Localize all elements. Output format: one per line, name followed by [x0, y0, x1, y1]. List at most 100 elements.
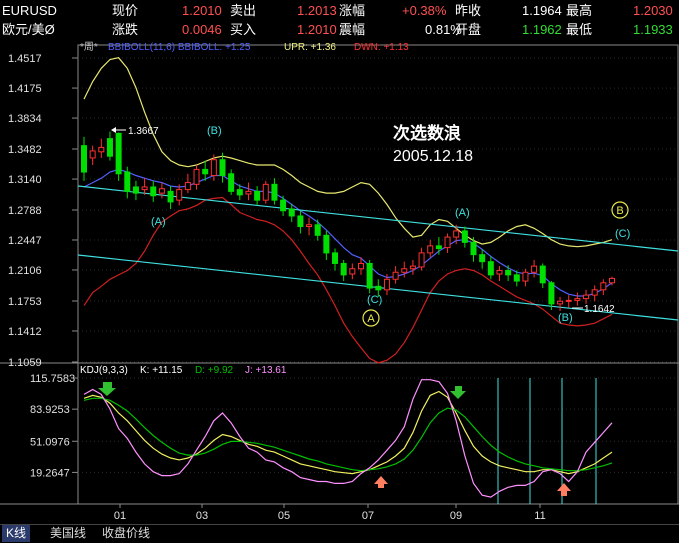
candle-body [409, 265, 416, 270]
kdj-j-value: J: +13.61 [245, 365, 287, 376]
x-tick-label: 09 [450, 510, 462, 522]
candle-body [141, 186, 148, 191]
kdj-header: KDJ(9,3,3) [80, 365, 128, 376]
x-tick-label: 03 [196, 510, 208, 522]
candle-body [202, 168, 209, 175]
label-change-pct: 涨幅 [339, 3, 366, 18]
wave-label-a1: (A) [151, 216, 166, 228]
candle-body [539, 265, 546, 284]
candle-body [132, 186, 139, 194]
value-ask: 1.2013 [297, 3, 337, 18]
candle-body [306, 224, 313, 228]
wave-label-b1: (B) [207, 125, 222, 137]
indicator-dwn: DWN: +1.13 [354, 42, 409, 53]
candle-body [461, 230, 468, 243]
candle-body [176, 189, 183, 201]
annotation-title: 次选数浪 [393, 123, 461, 143]
candle-body [487, 261, 494, 276]
y-tick-label: 1.1412 [8, 326, 42, 338]
candle-body [375, 285, 382, 291]
kdj-k-value: K: +11.15 [140, 365, 183, 376]
candle-body [453, 230, 460, 238]
candle-body [340, 262, 347, 276]
candle-body [150, 186, 157, 197]
value-bid: 1.2010 [297, 22, 337, 37]
candle-body [392, 271, 399, 280]
candle-body [418, 252, 425, 268]
value-change: 0.0046 [182, 22, 222, 37]
y-tick-label: 1.4175 [8, 83, 42, 95]
candle-body [548, 282, 555, 305]
candle-body [81, 145, 87, 173]
value-low: 1.1933 [633, 22, 673, 37]
circle-b-text: B [616, 205, 623, 217]
chart-background [0, 40, 679, 524]
candle-body [167, 190, 174, 203]
candle-body [115, 132, 122, 175]
candle-body [609, 277, 615, 284]
chart-area[interactable]: *周* BBIBOLL(11,6) BBIBOLL: +1.25 UPR: +1… [0, 40, 679, 524]
symbol-name: 欧元/美Ø [2, 22, 55, 37]
x-tick-label: 05 [278, 510, 290, 522]
candle-body [254, 190, 261, 201]
value-open: 1.1962 [522, 22, 562, 37]
label-high: 最高 [566, 3, 593, 18]
candle-body [228, 173, 235, 192]
tab-candlestick[interactable]: K线 [2, 525, 31, 542]
candle-body [288, 208, 295, 217]
candle-body [470, 241, 477, 256]
value-change-pct: +0.38% [402, 3, 447, 18]
candle-body [124, 171, 131, 192]
y-tick-label: 1.3482 [8, 144, 42, 156]
candle-body [401, 268, 408, 273]
kdj-d-value: D: +9.92 [195, 365, 234, 376]
chart-type-tabs: K线 美国线 收盘价线 [0, 524, 679, 543]
value-prev-close: 1.1964 [522, 3, 562, 18]
label-last: 现价 [112, 3, 139, 18]
candle-body [531, 265, 538, 273]
kdj-y-tick-label: 51.0976 [30, 436, 70, 448]
candle-body [600, 282, 607, 291]
candle-body [435, 245, 442, 250]
candle-body [158, 188, 165, 194]
tab-ohlc-bars[interactable]: 美国线 [46, 525, 90, 542]
y-tick-label: 1.2788 [8, 205, 42, 217]
candle-body [219, 159, 226, 177]
candle-body [591, 289, 598, 296]
candle-body [280, 199, 287, 212]
candle-body [565, 299, 572, 302]
candle-body [496, 269, 503, 275]
candle-body [366, 262, 373, 289]
candle-body [236, 189, 243, 196]
kdj-y-tick-label: 115.7583 [30, 373, 75, 385]
annotation-date: 2005.12.18 [393, 148, 473, 165]
candle-body [314, 224, 321, 236]
candle-body [383, 278, 390, 291]
indicator-upr: UPR: +1.36 [284, 42, 336, 53]
value-high: 1.2030 [633, 3, 673, 18]
candle-body [479, 254, 486, 263]
label-bid: 买入 [230, 22, 257, 37]
price-chart-svg[interactable]: *周* BBIBOLL(11,6) BBIBOLL: +1.25 UPR: +1… [0, 40, 679, 524]
wave-label-c1: (C) [367, 294, 382, 306]
y-tick-label: 1.4517 [8, 53, 42, 65]
wave-label-b2: (B) [558, 312, 573, 324]
candle-body [89, 150, 96, 159]
candle-body [106, 138, 113, 157]
y-tick-label: 1.1059 [8, 357, 42, 369]
quote-row-1: EURUSD 现价 1.2010 卖出 1.2013 涨幅 +0.38% 昨收 … [0, 1, 679, 20]
candle-body [332, 252, 339, 264]
candle-body [357, 262, 364, 270]
tab-close-line[interactable]: 收盘价线 [98, 525, 154, 542]
candle-body [271, 183, 278, 201]
candle-body [583, 294, 590, 300]
period-tag: *周* [80, 41, 98, 53]
symbol-code: EURUSD [2, 3, 57, 18]
candle-body [349, 268, 356, 275]
label-low: 最低 [566, 22, 593, 37]
quote-panel: EURUSD 现价 1.2010 卖出 1.2013 涨幅 +0.38% 昨收 … [0, 0, 679, 41]
y-tick-label: 1.3140 [8, 174, 42, 186]
candle-body [210, 159, 217, 177]
y-tick-label: 1.3834 [8, 113, 42, 125]
wave-label-a2: (A) [455, 207, 470, 219]
